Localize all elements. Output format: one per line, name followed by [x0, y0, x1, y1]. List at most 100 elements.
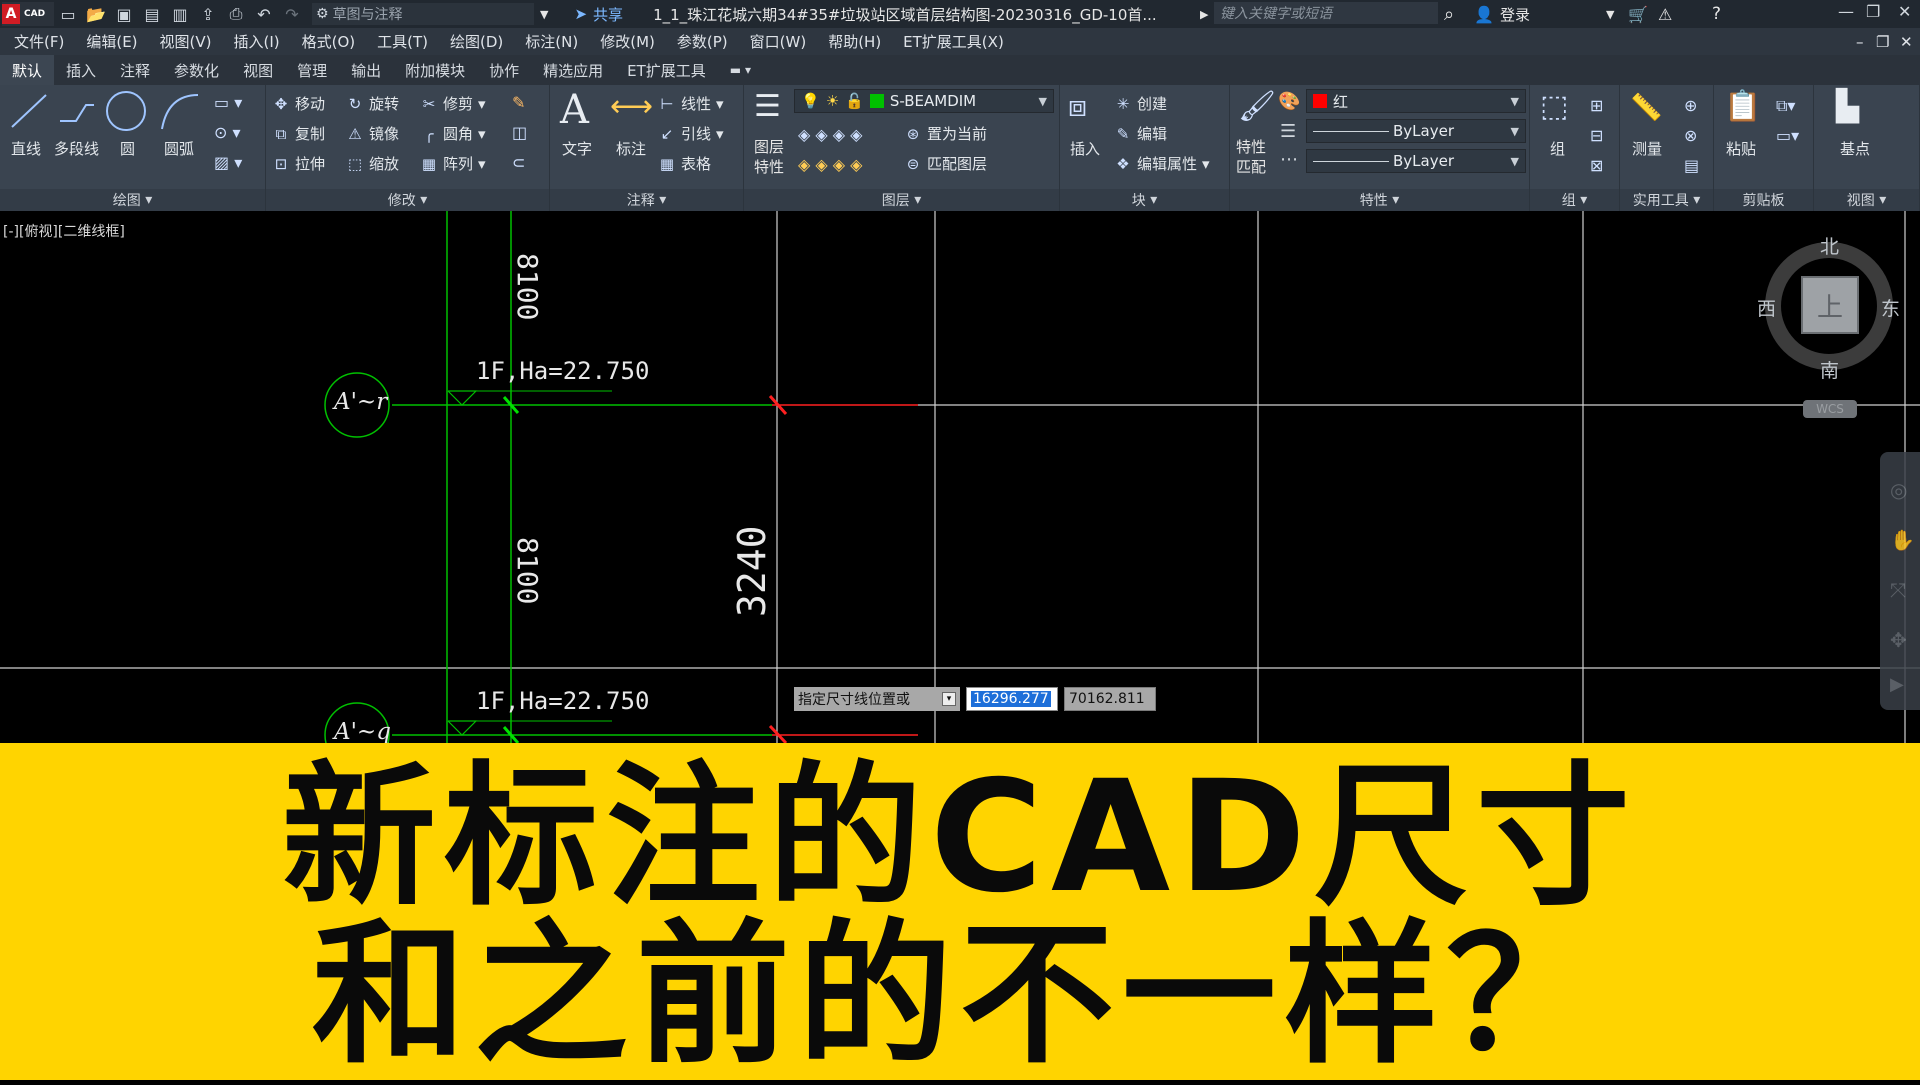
- line-icon[interactable]: [8, 91, 50, 131]
- match-properties-icon[interactable]: 🖌: [1238, 89, 1276, 124]
- compass-north[interactable]: 北: [1820, 232, 1839, 259]
- caret-right-icon[interactable]: ▶: [1200, 8, 1208, 21]
- dynamic-input-x-field[interactable]: 16296.277: [966, 687, 1058, 711]
- lineweight-dropdown[interactable]: ByLayer ▼: [1306, 119, 1526, 143]
- ellipse-icon[interactable]: ⊙ ▾: [214, 123, 241, 142]
- tab-view[interactable]: 视图: [231, 55, 285, 85]
- polyline-icon[interactable]: [56, 91, 98, 131]
- save-icon[interactable]: ▣: [113, 3, 135, 25]
- scale-button[interactable]: ⬚ 缩放: [346, 153, 399, 174]
- search-icon[interactable]: ⌕: [1444, 4, 1454, 25]
- leader-button[interactable]: ↙ 引线 ▾: [658, 123, 724, 144]
- panel-modify-label[interactable]: 修改 ▾: [266, 189, 549, 211]
- base-point-icon[interactable]: ▙: [1836, 89, 1859, 124]
- menu-parametric[interactable]: 参数(P): [677, 31, 728, 52]
- panel-clipboard-label[interactable]: 剪贴板: [1714, 189, 1813, 211]
- group-tools-icon[interactable]: ⊞ ⊟ ⊠: [1590, 91, 1603, 181]
- set-current-layer-button[interactable]: ⊛ 置为当前: [904, 123, 987, 144]
- linetype-dropdown[interactable]: ByLayer ▼: [1306, 149, 1526, 173]
- linear-button[interactable]: ⊢ 线性 ▾: [658, 93, 723, 114]
- wcs-button[interactable]: WCS: [1803, 400, 1857, 418]
- dimension-icon[interactable]: ⟷: [610, 89, 653, 124]
- panel-properties-label[interactable]: 特性 ▾: [1230, 189, 1529, 211]
- menu-tools[interactable]: 工具(T): [377, 31, 428, 52]
- share-button[interactable]: ➤ 共享: [574, 4, 623, 25]
- paste-button[interactable]: 粘贴: [1726, 138, 1756, 159]
- hatch-icon[interactable]: ▨ ▾: [214, 153, 242, 172]
- viewport-controls-label[interactable]: [-][俯视][二维线框]: [3, 221, 125, 241]
- tab-parametric[interactable]: 参数化: [162, 55, 231, 85]
- doc-restore-icon[interactable]: ❐: [1876, 33, 1889, 51]
- menu-file[interactable]: 文件(F): [14, 31, 64, 52]
- restore-icon[interactable]: ❐: [1866, 2, 1880, 21]
- login-link[interactable]: 登录: [1500, 4, 1530, 25]
- new-file-icon[interactable]: ▭: [57, 3, 79, 25]
- panel-block-label[interactable]: 块 ▾: [1060, 189, 1229, 211]
- viewcube[interactable]: 上 北 南 东 西 WCS: [1757, 236, 1900, 418]
- layer-tools-row2-icon[interactable]: ◈ ◈ ◈ ◈: [798, 155, 862, 174]
- showmotion-icon[interactable]: ▶: [1890, 674, 1904, 695]
- move-button[interactable]: ✥ 移动: [272, 93, 325, 114]
- match-properties-button[interactable]: 特性 匹配: [1236, 137, 1266, 177]
- user-icon[interactable]: 👤: [1474, 5, 1494, 24]
- stretch-button[interactable]: ⊡ 拉伸: [272, 153, 325, 174]
- panel-annotate-label[interactable]: 注释 ▾: [550, 189, 743, 211]
- group-icon[interactable]: ⬚: [1540, 89, 1568, 124]
- viewcube-top-face[interactable]: 上: [1803, 278, 1857, 332]
- base-point-button[interactable]: 基点: [1840, 138, 1870, 159]
- tab-output[interactable]: 输出: [339, 55, 393, 85]
- tab-manage[interactable]: 管理: [285, 55, 339, 85]
- layer-properties-icon[interactable]: ☰: [754, 89, 781, 124]
- zoom-extents-icon[interactable]: ⤧: [1890, 578, 1906, 602]
- menu-help[interactable]: 帮助(H): [828, 31, 881, 52]
- line-button[interactable]: 直线: [11, 138, 41, 159]
- menu-view[interactable]: 视图(V): [160, 31, 212, 52]
- circle-button[interactable]: 圆: [120, 138, 135, 159]
- trim-button[interactable]: ✂ 修剪 ▾: [420, 93, 486, 114]
- tab-featured-apps[interactable]: 精选应用: [531, 55, 615, 85]
- tab-annotate[interactable]: 注释: [108, 55, 162, 85]
- community-icon[interactable]: ⚠: [1658, 5, 1672, 24]
- compass-south[interactable]: 南: [1820, 356, 1839, 383]
- menu-window[interactable]: 窗口(W): [750, 31, 807, 52]
- offset-icon[interactable]: ⊂: [512, 153, 525, 172]
- explode-icon[interactable]: ◫: [512, 123, 527, 142]
- cart-icon[interactable]: 🛒: [1628, 5, 1648, 24]
- table-button[interactable]: ▦ 表格: [658, 153, 711, 174]
- drawing-canvas[interactable]: A'~r A'~q 1F,Ha=22.750 1F,Ha=22.750 8100…: [0, 211, 1920, 743]
- linetype-icon[interactable]: ⋯: [1280, 149, 1298, 170]
- circle-icon[interactable]: [104, 89, 148, 133]
- rectangle-icon[interactable]: ▭ ▾: [214, 93, 242, 112]
- doc-close-icon[interactable]: ✕: [1900, 33, 1913, 51]
- save-as-icon[interactable]: ▤: [141, 3, 163, 25]
- tab-addins[interactable]: 附加模块: [393, 55, 477, 85]
- orbit-icon[interactable]: ✥: [1890, 628, 1907, 652]
- match-layer-button[interactable]: ⊜ 匹配图层: [904, 153, 987, 174]
- steering-wheel-icon[interactable]: ◎: [1890, 478, 1907, 502]
- dimension-button[interactable]: 标注: [616, 138, 646, 159]
- menu-modify[interactable]: 修改(M): [600, 31, 655, 52]
- tab-et-tools[interactable]: ET扩展工具: [615, 55, 718, 85]
- panel-groups-label[interactable]: 组 ▾: [1530, 189, 1619, 211]
- menu-draw[interactable]: 绘图(D): [450, 31, 503, 52]
- down-arrow-icon[interactable]: ▾: [942, 692, 956, 706]
- measure-icon[interactable]: 📏: [1630, 93, 1662, 123]
- clipboard-tools-icon[interactable]: ⧉▾ ▭▾: [1776, 91, 1799, 151]
- text-icon[interactable]: A: [560, 87, 589, 133]
- close-icon[interactable]: ✕: [1898, 2, 1911, 21]
- rotate-button[interactable]: ↻ 旋转: [346, 93, 399, 114]
- layer-dropdown[interactable]: 💡 ☀ 🔓 S-BEAMDIM ▼: [794, 89, 1054, 113]
- mirror-button[interactable]: ⚠ 镜像: [346, 123, 399, 144]
- dynamic-input-y-field[interactable]: 70162.811: [1064, 687, 1156, 711]
- panel-view-label[interactable]: 视图 ▾: [1814, 189, 1919, 211]
- menu-insert[interactable]: 插入(I): [234, 31, 280, 52]
- app-logo[interactable]: A CAD: [2, 2, 54, 26]
- lineweight-icon[interactable]: ☰: [1280, 121, 1296, 142]
- menu-format[interactable]: 格式(O): [302, 31, 356, 52]
- compass-east[interactable]: 东: [1881, 294, 1900, 321]
- arc-button[interactable]: 圆弧: [164, 138, 194, 159]
- edit-attributes-button[interactable]: ❖ 编辑属性 ▾: [1114, 153, 1209, 174]
- help-icon[interactable]: ?: [1712, 4, 1721, 24]
- layer-properties-button[interactable]: 图层 特性: [754, 137, 784, 177]
- compass-west[interactable]: 西: [1757, 294, 1776, 321]
